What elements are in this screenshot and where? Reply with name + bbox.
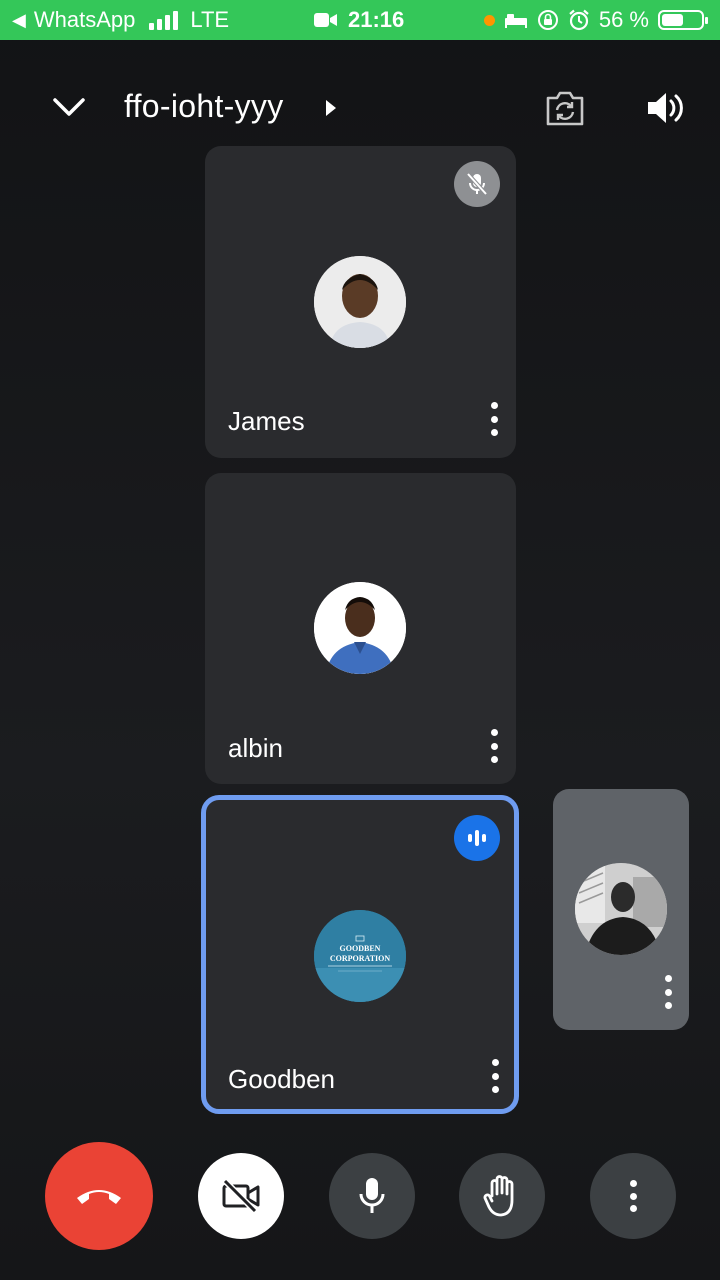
- video-call-icon: [314, 13, 337, 27]
- participant-tile-albin[interactable]: albin: [205, 473, 516, 784]
- avatar: [314, 582, 406, 674]
- battery-icon: [658, 10, 708, 30]
- alarm-icon: [569, 9, 589, 31]
- clock: 21:16: [348, 7, 405, 32]
- participant-name: James: [228, 406, 305, 436]
- speaking-badge: [454, 815, 500, 861]
- signal-icon: [149, 10, 179, 30]
- audio-level-icon: [468, 830, 486, 846]
- more-vert-icon[interactable]: [663, 975, 673, 1009]
- participant-tile-james[interactable]: James: [205, 146, 516, 458]
- participant-name: Goodben: [228, 1064, 335, 1094]
- back-arrow-icon[interactable]: ◀: [12, 10, 26, 31]
- avatar-text-line-1: GOODBEN: [340, 944, 381, 953]
- self-avatar: [575, 863, 667, 955]
- microphone-button[interactable]: [329, 1153, 415, 1239]
- camera-toggle-button[interactable]: [198, 1153, 284, 1239]
- more-vert-icon[interactable]: [489, 402, 499, 436]
- battery-fill: [662, 14, 683, 26]
- raise-hand-button[interactable]: [459, 1153, 545, 1239]
- end-call-button[interactable]: [45, 1142, 153, 1250]
- back-app-label[interactable]: WhatsApp: [34, 7, 136, 33]
- avatar-text-line-2: CORPORATION: [330, 954, 391, 963]
- bed-icon: [504, 14, 527, 28]
- microphone-icon: [359, 1178, 385, 1213]
- meeting-code[interactable]: ffo-ioht-yyy: [124, 88, 284, 125]
- avatar: GOODBEN CORPORATION: [314, 910, 406, 1002]
- participant-name: albin: [228, 733, 283, 763]
- mic-in-use-indicator: [483, 14, 495, 26]
- speaker-icon[interactable]: [644, 88, 686, 128]
- mic-off-icon: [466, 172, 488, 196]
- status-bar: ◀ WhatsApp LTE 21:16 56 %: [0, 0, 720, 40]
- muted-badge: [454, 161, 500, 207]
- more-options-button[interactable]: [590, 1153, 676, 1239]
- switch-camera-icon[interactable]: [544, 88, 586, 128]
- more-vert-icon: [628, 1180, 638, 1212]
- network-label: LTE: [190, 7, 230, 32]
- avatar: [314, 256, 406, 348]
- battery-percent: 56 %: [598, 7, 649, 32]
- self-view-tile[interactable]: [553, 789, 689, 1030]
- status-right: 56 %: [483, 7, 708, 33]
- raise-hand-icon: [483, 1175, 514, 1217]
- rotation-lock-icon: [537, 10, 558, 30]
- status-center: 21:16: [314, 7, 404, 33]
- end-call-icon: [77, 1190, 121, 1204]
- more-vert-icon[interactable]: [489, 729, 499, 763]
- chevron-down-icon[interactable]: [52, 92, 86, 122]
- more-vert-icon[interactable]: [490, 1059, 500, 1093]
- status-left[interactable]: ◀ WhatsApp LTE: [12, 7, 229, 33]
- camera-off-icon: [222, 1179, 260, 1213]
- caret-right-icon[interactable]: [324, 98, 338, 118]
- participant-tile-goodben[interactable]: GOODBEN CORPORATION Goodben: [201, 795, 519, 1114]
